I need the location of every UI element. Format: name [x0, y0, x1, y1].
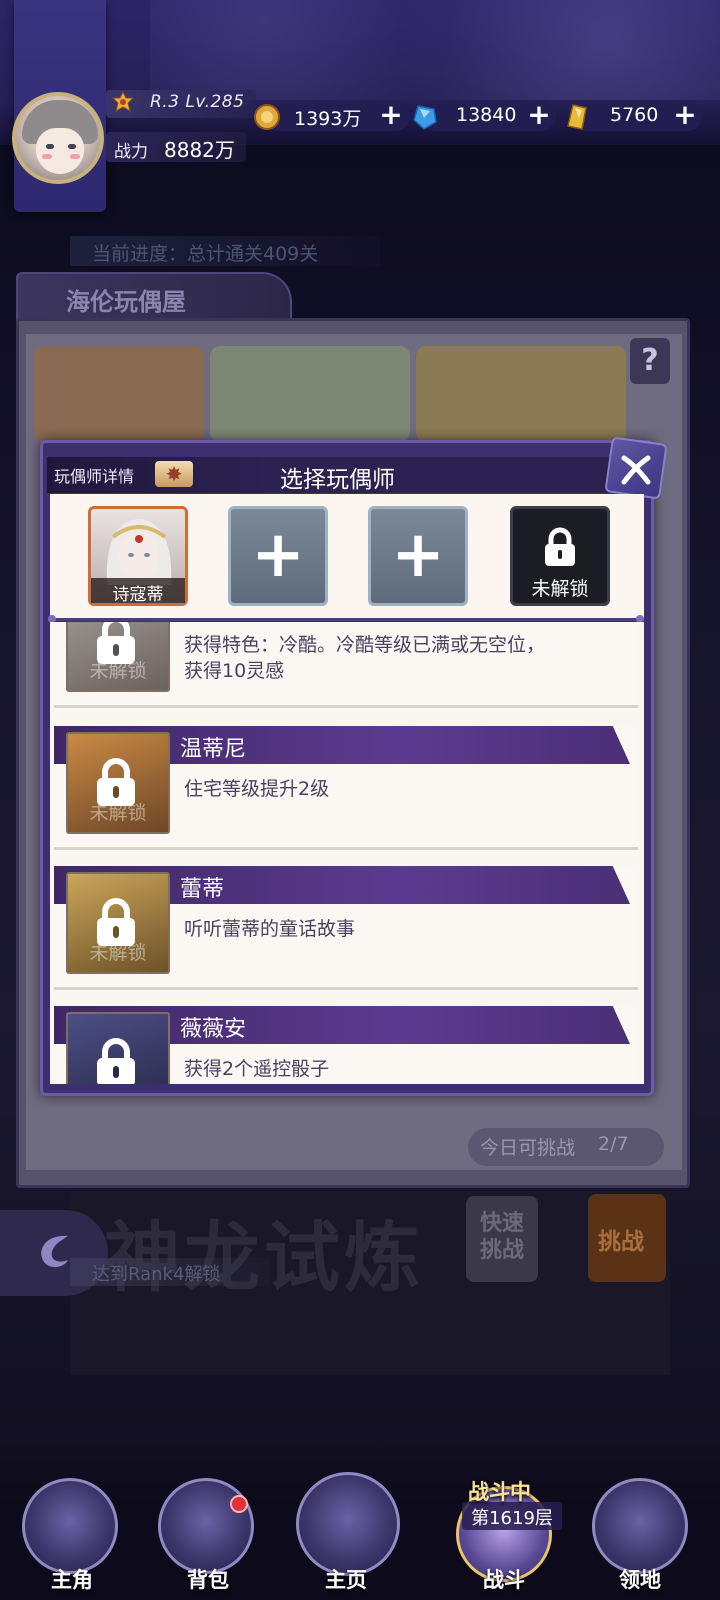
- lock-icon: [545, 527, 575, 566]
- add-gold-button[interactable]: +: [378, 100, 404, 130]
- avatar-face: [36, 128, 84, 174]
- nav-label-backpack: 背包: [187, 1568, 229, 1592]
- diamond-value: 13840: [456, 104, 517, 126]
- power-value: 8882万: [164, 138, 235, 162]
- card-lock-label: 未解锁: [89, 660, 147, 682]
- help-button[interactable]: ?: [630, 338, 670, 384]
- plus-icon: +: [251, 518, 305, 592]
- gold-coin-icon: [254, 104, 280, 130]
- character-art-fox: [34, 346, 204, 442]
- challenge-label: 挑战: [598, 1229, 644, 1255]
- lock-icon: [97, 1038, 135, 1084]
- card-name: 温蒂尼: [180, 737, 247, 762]
- slot-4-locked-label: 未解锁: [531, 578, 589, 600]
- dollmaker-details-label: 玩偶师详情: [54, 467, 135, 486]
- star-burst-icon: ✸: [165, 462, 183, 486]
- add-gem-button[interactable]: +: [672, 100, 698, 130]
- nav-label-hero: 主角: [51, 1568, 93, 1592]
- hero-icon: [22, 1478, 118, 1574]
- avatar-blush-left: [42, 154, 52, 159]
- dollmaker-card-4[interactable]: 薇薇安 获得2个遥控骰子: [54, 1006, 638, 1084]
- plus-icon: +: [391, 518, 445, 592]
- character-art-sheep: [210, 346, 410, 442]
- quick-challenge-label: 快速挑战: [479, 1211, 524, 1263]
- add-diamond-button[interactable]: +: [526, 100, 552, 130]
- avatar-eye-left: [46, 144, 54, 149]
- card-description: 获得2个遥控骰子: [184, 1058, 330, 1080]
- gold-value: 1393万: [294, 108, 362, 130]
- nav-label-territory: 领地: [619, 1568, 661, 1592]
- character-art-ram: [416, 346, 626, 442]
- card-description: 住宅等级提升2级: [184, 778, 330, 800]
- book-icon: [296, 1472, 400, 1576]
- nav-label-battle: 战斗: [483, 1568, 525, 1592]
- card-description: 听听蕾蒂的童话故事: [184, 918, 356, 940]
- rank-level-text: R.3 Lv.285: [150, 92, 245, 112]
- dollmaker-card-1[interactable]: 未解锁 获得特色：冷酷。冷酷等级已满或无空位， 获得10灵感: [54, 622, 638, 708]
- dollmaker-portrait: [106, 519, 172, 585]
- gold-gem-icon: [567, 104, 587, 130]
- dollmaker-list[interactable]: 未解锁 获得特色：冷酷。冷酷等级已满或无空位， 获得10灵感 温蒂尼 未解锁 住…: [50, 622, 644, 1084]
- player-avatar[interactable]: [12, 92, 104, 184]
- castle-icon: [592, 1478, 688, 1574]
- dollmaker-card-3[interactable]: 蕾蒂 未解锁 听听蕾蒂的童话故事: [54, 866, 638, 990]
- progress-text: 当前进度：总计通关409关: [92, 243, 319, 265]
- avatar-eye-right: [68, 144, 76, 149]
- starfield-decoration: [150, 0, 720, 100]
- attempts-label: 今日可挑战: [480, 1137, 576, 1159]
- rank-crown-icon: [112, 91, 134, 113]
- battle-status: 战斗中: [468, 1480, 531, 1504]
- gem-value: 5760: [610, 104, 659, 126]
- blue-diamond-icon: [413, 105, 437, 130]
- card-lock-label: 未解锁: [89, 942, 147, 964]
- unlock-hint-text: 达到Rank4解锁: [92, 1264, 221, 1285]
- dragon-trial-title: 神龙试炼: [104, 1196, 424, 1306]
- avatar-blush-right: [70, 154, 80, 159]
- modal-title: 选择玩偶师: [280, 467, 395, 493]
- card-lock-label: 未解锁: [89, 802, 147, 824]
- backpack-icon: [158, 1478, 254, 1574]
- nav-label-home: 主页: [325, 1568, 367, 1592]
- dollmaker-card-2[interactable]: 温蒂尼 未解锁 住宅等级提升2级: [54, 726, 638, 850]
- notification-dot: [230, 1495, 248, 1513]
- card-name: 薇薇安: [180, 1017, 247, 1042]
- slot-1-name: 诗寇蒂: [112, 585, 164, 605]
- battle-floor: 第1619层: [471, 1508, 553, 1529]
- house-title: 海伦玩偶屋: [66, 288, 186, 316]
- card-name: 蕾蒂: [180, 877, 225, 902]
- card-description-line-2: 获得10灵感: [184, 660, 285, 682]
- card-description-line-1: 获得特色：冷酷。冷酷等级已满或无空位，: [184, 634, 546, 656]
- power-label: 战力: [114, 142, 148, 162]
- slots-divider: [50, 618, 644, 621]
- close-icon: [621, 455, 651, 485]
- attempts-value: 2/7: [598, 1133, 629, 1155]
